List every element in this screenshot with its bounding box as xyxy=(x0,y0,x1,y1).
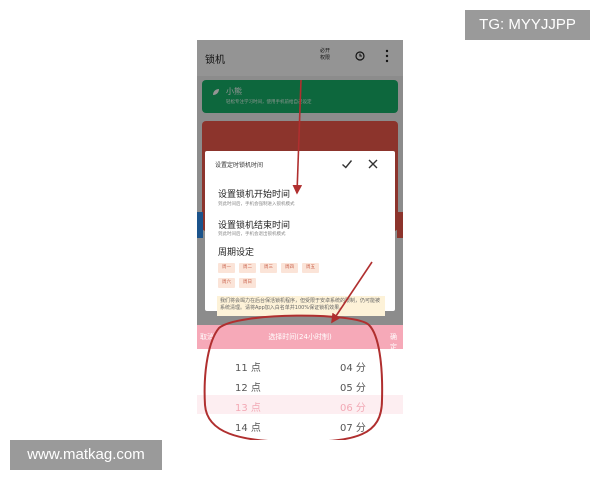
timed-lock-dialog: 设置定时锁机时间 设置锁机开始时间 到此时间后，手机会强制进入锁机模式 设置锁机… xyxy=(205,151,395,316)
picker-row[interactable]: 14 点 07 分 xyxy=(197,415,403,435)
day-chip-fri[interactable]: 周五 xyxy=(302,263,319,273)
day-chip-wed[interactable]: 周三 xyxy=(260,263,277,273)
telegram-watermark: TG: MYYJJPP xyxy=(465,10,590,40)
end-time-option[interactable]: 设置锁机结束时间 xyxy=(218,218,290,231)
dialog-header: 设置定时锁机时间 xyxy=(205,151,395,177)
minute-value[interactable]: 04 分 xyxy=(340,359,366,374)
picker-row[interactable]: 11 点 04 分 xyxy=(197,355,403,375)
picker-row[interactable]: 12 点 05 分 xyxy=(197,375,403,395)
hour-value-selected[interactable]: 13 点 xyxy=(235,399,261,414)
dialog-title: 设置定时锁机时间 xyxy=(215,162,264,169)
day-chip-tue[interactable]: 周二 xyxy=(239,263,256,273)
hour-value[interactable]: 14 点 xyxy=(235,419,261,434)
time-picker: 取消 选择时间(24小时制) 确定 11 点 04 分 12 点 05 分 13… xyxy=(197,325,403,440)
day-chip-sun[interactable]: 周日 xyxy=(239,278,256,288)
site-watermark: www.matkag.com xyxy=(10,440,162,470)
hour-value[interactable]: 12 点 xyxy=(235,379,261,394)
minute-value-selected[interactable]: 06 分 xyxy=(340,399,366,414)
picker-row-selected[interactable]: 13 点 06 分 xyxy=(197,395,403,415)
picker-title: 选择时间(24小时制) xyxy=(268,333,332,341)
close-icon[interactable] xyxy=(367,158,379,170)
day-chip-thu[interactable]: 周四 xyxy=(281,263,298,273)
cycle-setting-title: 周期设定 xyxy=(218,248,255,258)
picker-header: 取消 选择时间(24小时制) 确定 xyxy=(197,325,403,352)
minute-value[interactable]: 05 分 xyxy=(340,379,366,394)
start-time-hint: 到此时间后，手机会强制进入锁机模式 xyxy=(218,202,295,207)
picker-confirm-button[interactable]: 确定 xyxy=(390,332,403,352)
phone-screen: 锁机 必开权限 小熊 轻松专注学习时间，使用手机前给自己设定 设置定时锁机时间 xyxy=(197,40,403,440)
day-chip-mon[interactable]: 周一 xyxy=(218,263,235,273)
start-time-option[interactable]: 设置锁机开始时间 xyxy=(218,187,290,200)
end-time-hint: 到此时间后，手机会退出锁机模式 xyxy=(218,232,286,237)
day-chip-sat[interactable]: 周六 xyxy=(218,278,235,288)
hour-value[interactable]: 11 点 xyxy=(235,359,261,374)
keep-alive-notice: 我们将会竭力在后台保活锁机程序，但受限于安卓系统的限制，仍可能被系统清理。请将A… xyxy=(217,296,385,316)
check-icon[interactable] xyxy=(341,158,353,170)
minute-value[interactable]: 07 分 xyxy=(340,419,366,434)
